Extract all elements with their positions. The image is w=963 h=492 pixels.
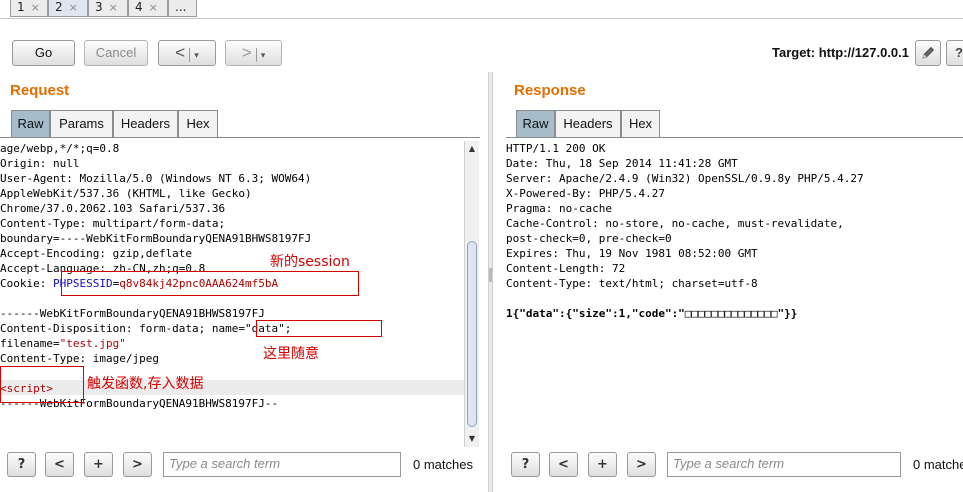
close-icon[interactable]: × bbox=[149, 1, 158, 14]
code-line: Content-Type: text/html; charset=utf-8 bbox=[506, 277, 758, 290]
scroll-thumb[interactable] bbox=[467, 241, 477, 427]
tab-label: 1 bbox=[17, 0, 25, 14]
response-title: Response bbox=[514, 82, 586, 99]
scroll-up-icon[interactable]: ▲ bbox=[466, 143, 478, 155]
code-line: Accept-Encoding: gzip,deflate bbox=[0, 247, 193, 260]
tab-label: ... bbox=[175, 0, 187, 14]
search-next-button[interactable]: > bbox=[627, 452, 656, 477]
scroll-down-icon[interactable]: ▼ bbox=[466, 433, 478, 445]
tab-strip-divider bbox=[0, 18, 963, 19]
code-line: Pragma: no-cache bbox=[506, 202, 612, 215]
tab-label: 4 bbox=[135, 0, 143, 14]
pencil-icon bbox=[922, 46, 935, 59]
filename-value: "test.jpg" bbox=[59, 337, 126, 350]
code-line: Content-Type: multipart/form-data; bbox=[0, 217, 226, 230]
search-next-button[interactable]: > bbox=[123, 452, 152, 477]
forward-button[interactable]: > ▾ bbox=[225, 40, 282, 66]
separator bbox=[189, 47, 191, 62]
split-grip[interactable] bbox=[489, 268, 492, 282]
help-button[interactable]: ? bbox=[511, 452, 540, 477]
code-line: Content-Length: 72 bbox=[506, 262, 626, 275]
response-editor[interactable]: HTTP/1.1 200 OK Date: Thu, 18 Sep 2014 1… bbox=[506, 141, 963, 447]
search-prev-button[interactable]: < bbox=[549, 452, 578, 477]
code-line: age/webp,*/*;q=0.8 bbox=[0, 142, 120, 155]
tab-2[interactable]: 2 × bbox=[48, 0, 88, 17]
script-highlight-box bbox=[0, 366, 84, 403]
go-button[interactable]: Go bbox=[12, 40, 75, 66]
tab-more[interactable]: ... bbox=[168, 0, 197, 17]
search-input[interactable]: Type a search term bbox=[667, 452, 901, 477]
chevron-right-icon: > bbox=[241, 43, 252, 62]
cookie-prefix: Cookie: bbox=[0, 277, 53, 290]
chevron-left-icon: < bbox=[175, 43, 186, 62]
edit-target-button[interactable] bbox=[915, 40, 941, 66]
tab-label: 3 bbox=[95, 0, 103, 14]
code-line: Chrome/37.0.2062.103 Safari/537.36 bbox=[0, 202, 226, 215]
tab-3[interactable]: 3 × bbox=[88, 0, 128, 17]
question-icon: ? bbox=[955, 45, 963, 60]
response-tab-headers[interactable]: Headers bbox=[555, 110, 621, 137]
tab-label: 2 bbox=[55, 0, 63, 14]
annotation-new-session: 新的session bbox=[270, 254, 350, 270]
request-tab-headers[interactable]: Headers bbox=[113, 110, 178, 137]
dropdown-icon: ▾ bbox=[194, 50, 199, 60]
response-tab-hex[interactable]: Hex bbox=[621, 110, 660, 137]
code-line: X-Powered-By: PHP/5.4.27 bbox=[506, 187, 665, 200]
split-divider[interactable] bbox=[488, 72, 493, 492]
filename-prefix: filename= bbox=[0, 337, 60, 350]
code-line: ------WebKitFormBoundaryQENA91BHWS8197FJ bbox=[0, 307, 265, 320]
code-line: Expires: Thu, 19 Nov 1981 08:52:00 GMT bbox=[506, 247, 758, 260]
code-line: Content-Type: image/jpeg bbox=[0, 352, 159, 365]
request-title: Request bbox=[10, 82, 70, 99]
disposition-line: Content-Disposition: form-data; name="da… bbox=[0, 321, 291, 336]
dropdown-icon: ▾ bbox=[260, 50, 266, 60]
code-line: post-check=0, pre-check=0 bbox=[506, 232, 672, 245]
code-line: HTTP/1.1 200 OK bbox=[506, 142, 606, 155]
target-label: Target: http://127.0.0.1 bbox=[771, 45, 909, 60]
name-highlight-box bbox=[256, 320, 382, 337]
code-line: User-Agent: Mozilla/5.0 (Windows NT 6.3;… bbox=[0, 172, 312, 185]
response-tab-underline bbox=[506, 137, 963, 138]
help-button[interactable]: ? bbox=[946, 40, 963, 66]
tab-strip: 1 × 2 × 3 × 4 × ... bbox=[0, 0, 963, 18]
disposition-prefix: Content-Disposition: form-data; bbox=[0, 322, 212, 335]
cancel-button[interactable]: Cancel bbox=[84, 40, 148, 66]
tab-1[interactable]: 1 × bbox=[10, 0, 48, 17]
request-scrollbar[interactable]: ▲ ▼ bbox=[464, 141, 479, 447]
code-line: Cache-Control: no-store, no-cache, must-… bbox=[506, 217, 844, 230]
code-line: boundary=----WebKitFormBoundaryQENA91BHW… bbox=[0, 232, 312, 245]
back-button[interactable]: < ▾ bbox=[158, 40, 216, 66]
annotation-trigger: 触发函数,存入数据 bbox=[87, 376, 204, 392]
match-count: 0 matche bbox=[913, 457, 963, 472]
annotation-arbitrary: 这里随意 bbox=[263, 346, 319, 362]
code-line: Origin: null bbox=[0, 157, 80, 170]
filename-line: filename="test.jpg" bbox=[0, 336, 126, 351]
search-input[interactable]: Type a search term bbox=[163, 452, 401, 477]
close-icon[interactable]: × bbox=[69, 1, 78, 14]
help-button[interactable]: ? bbox=[7, 452, 36, 477]
response-body: 1{"data":{"size":1,"code":"□□□□□□□□□□□□□… bbox=[506, 307, 798, 320]
search-prev-button[interactable]: < bbox=[45, 452, 74, 477]
code-line: AppleWebKit/537.36 (KHTML, like Gecko) bbox=[0, 187, 252, 200]
request-tab-raw[interactable]: Raw bbox=[11, 110, 50, 137]
search-add-button[interactable]: + bbox=[84, 452, 113, 477]
separator bbox=[255, 47, 257, 62]
code-line: Date: Thu, 18 Sep 2014 11:41:28 GMT bbox=[506, 157, 738, 170]
close-icon[interactable]: × bbox=[31, 1, 40, 14]
close-icon[interactable]: × bbox=[109, 1, 118, 14]
request-tab-underline bbox=[0, 137, 480, 138]
response-tab-raw[interactable]: Raw bbox=[516, 110, 555, 137]
search-add-button[interactable]: + bbox=[588, 452, 617, 477]
code-line: Server: Apache/2.4.9 (Win32) OpenSSL/0.9… bbox=[506, 172, 864, 185]
tab-4[interactable]: 4 × bbox=[128, 0, 168, 17]
match-count: 0 matches bbox=[413, 457, 473, 472]
request-tab-params[interactable]: Params bbox=[50, 110, 113, 137]
session-highlight-box bbox=[61, 271, 359, 296]
request-tab-hex[interactable]: Hex bbox=[178, 110, 218, 137]
